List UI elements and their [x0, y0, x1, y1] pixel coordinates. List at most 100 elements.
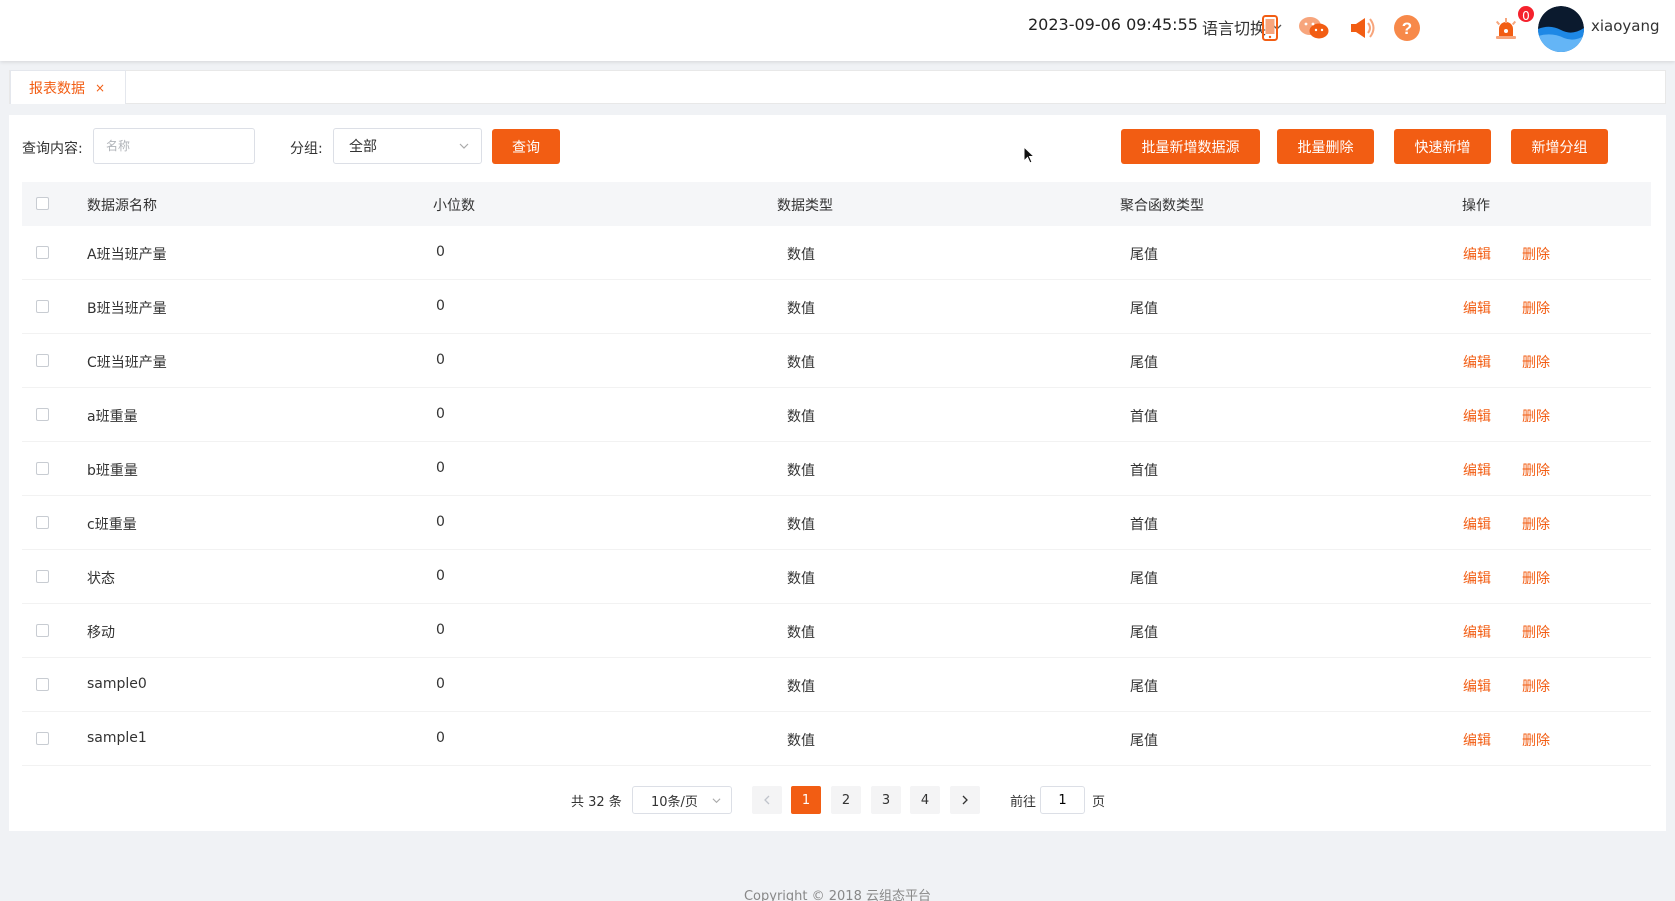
page-size-select[interactable]: 10条/页 [632, 786, 732, 814]
next-page-button[interactable] [950, 786, 980, 814]
cell-type: 数值 [787, 247, 815, 263]
delete-link[interactable]: 删除 [1522, 568, 1550, 588]
edit-link[interactable]: 编辑 [1463, 514, 1491, 534]
tabs-bar: 报表数据 × [9, 70, 1666, 104]
group-select-value: 全部 [349, 139, 377, 155]
edit-link[interactable]: 编辑 [1463, 352, 1491, 372]
select-all-checkbox[interactable] [36, 197, 49, 210]
row-checkbox[interactable] [36, 678, 49, 691]
quick-add-button[interactable]: 快速新增 [1394, 129, 1491, 164]
delete-link[interactable]: 删除 [1522, 352, 1550, 372]
row-checkbox[interactable] [36, 516, 49, 529]
edit-link[interactable]: 编辑 [1463, 460, 1491, 480]
delete-link[interactable]: 删除 [1522, 406, 1550, 426]
prev-page-button[interactable] [752, 786, 782, 814]
batch-delete-button[interactable]: 批量删除 [1277, 129, 1374, 164]
goto-label: 前往 [1010, 795, 1037, 810]
row-checkbox[interactable] [36, 300, 49, 313]
edit-link[interactable]: 编辑 [1463, 622, 1491, 642]
table-row: B班当班产量 0 数值 尾值 编辑 删除 [22, 280, 1651, 334]
row-checkbox[interactable] [36, 354, 49, 367]
delete-link[interactable]: 删除 [1522, 514, 1550, 534]
row-checkbox[interactable] [36, 408, 49, 421]
add-group-button[interactable]: 新增分组 [1511, 129, 1608, 164]
table-header: 数据源名称 小位数 数据类型 聚合函数类型 操作 [22, 182, 1651, 226]
cell-name: b班重量 [87, 463, 138, 479]
edit-link[interactable]: 编辑 [1463, 406, 1491, 426]
datetime: 2023-09-06 09:45:55 [1028, 15, 1198, 34]
edit-link[interactable]: 编辑 [1463, 568, 1491, 588]
row-checkbox[interactable] [36, 624, 49, 637]
cell-type: 数值 [787, 733, 815, 749]
group-label: 分组: [290, 141, 323, 157]
chevron-down-icon [712, 797, 721, 803]
cell-aggregate: 尾值 [1130, 625, 1158, 641]
page-4-button[interactable]: 4 [910, 786, 940, 814]
edit-link[interactable]: 编辑 [1463, 298, 1491, 318]
row-checkbox[interactable] [36, 246, 49, 259]
page-1-button[interactable]: 1 [791, 786, 821, 814]
chevron-down-icon [459, 143, 469, 149]
delete-link[interactable]: 删除 [1522, 298, 1550, 318]
chevron-right-icon [962, 795, 968, 805]
edit-link[interactable]: 编辑 [1463, 676, 1491, 696]
page-2-button[interactable]: 2 [831, 786, 861, 814]
row-checkbox[interactable] [36, 732, 49, 745]
cell-aggregate: 尾值 [1130, 301, 1158, 317]
cell-decimals: 0 [436, 244, 445, 260]
delete-link[interactable]: 删除 [1522, 730, 1550, 750]
cell-name: a班重量 [87, 409, 138, 425]
tab-label: 报表数据 [29, 80, 85, 97]
row-checkbox[interactable] [36, 462, 49, 475]
search-button[interactable]: 查询 [492, 129, 560, 164]
close-icon[interactable]: × [95, 81, 105, 95]
group-select[interactable]: 全部 [333, 128, 482, 164]
help-icon[interactable]: ? [1391, 12, 1423, 44]
column-header-decimals: 小位数 [433, 198, 475, 214]
delete-link[interactable]: 删除 [1522, 622, 1550, 642]
cell-type: 数值 [787, 463, 815, 479]
tab-report-data[interactable]: 报表数据 × [10, 70, 126, 104]
cell-aggregate: 首值 [1130, 409, 1158, 425]
cell-name: 状态 [87, 571, 115, 587]
speaker-icon[interactable] [1346, 12, 1378, 44]
table-row: A班当班产量 0 数值 尾值 编辑 删除 [22, 226, 1651, 280]
row-checkbox[interactable] [36, 570, 49, 583]
table-row: sample0 0 数值 尾值 编辑 删除 [22, 658, 1651, 712]
edit-link[interactable]: 编辑 [1463, 730, 1491, 750]
cell-type: 数值 [787, 517, 815, 533]
column-header-actions: 操作 [1462, 198, 1490, 214]
cell-type: 数值 [787, 409, 815, 425]
cell-name: sample1 [87, 730, 147, 746]
table-row: sample1 0 数值 尾值 编辑 删除 [22, 712, 1651, 766]
table-row: a班重量 0 数值 首值 编辑 删除 [22, 388, 1651, 442]
delete-link[interactable]: 删除 [1522, 244, 1550, 264]
cell-decimals: 0 [436, 514, 445, 530]
batch-add-datasource-button[interactable]: 批量新增数据源 [1121, 129, 1260, 164]
query-label: 查询内容: [22, 141, 83, 157]
cell-decimals: 0 [436, 298, 445, 314]
cell-type: 数值 [787, 571, 815, 587]
goto-page-input[interactable] [1040, 786, 1085, 814]
delete-link[interactable]: 删除 [1522, 676, 1550, 696]
page-3-button[interactable]: 3 [871, 786, 901, 814]
username[interactable]: xiaoyang [1591, 17, 1660, 35]
alarm-count-badge: 0 [1516, 4, 1536, 24]
cell-name: A班当班产量 [87, 247, 167, 263]
cell-type: 数值 [787, 679, 815, 695]
cell-aggregate: 尾值 [1130, 571, 1158, 587]
cell-decimals: 0 [436, 406, 445, 422]
cell-aggregate: 尾值 [1130, 247, 1158, 263]
cell-name: sample0 [87, 676, 147, 692]
mobile-icon[interactable] [1254, 12, 1286, 44]
cell-decimals: 0 [436, 460, 445, 476]
table-row: b班重量 0 数值 首值 编辑 删除 [22, 442, 1651, 496]
cell-name: C班当班产量 [87, 355, 167, 371]
delete-link[interactable]: 删除 [1522, 460, 1550, 480]
edit-link[interactable]: 编辑 [1463, 244, 1491, 264]
cell-aggregate: 尾值 [1130, 733, 1158, 749]
wechat-icon[interactable] [1298, 12, 1330, 44]
search-input[interactable] [93, 128, 255, 164]
total-count: 共 32 条 [571, 795, 622, 810]
avatar[interactable] [1538, 6, 1584, 52]
